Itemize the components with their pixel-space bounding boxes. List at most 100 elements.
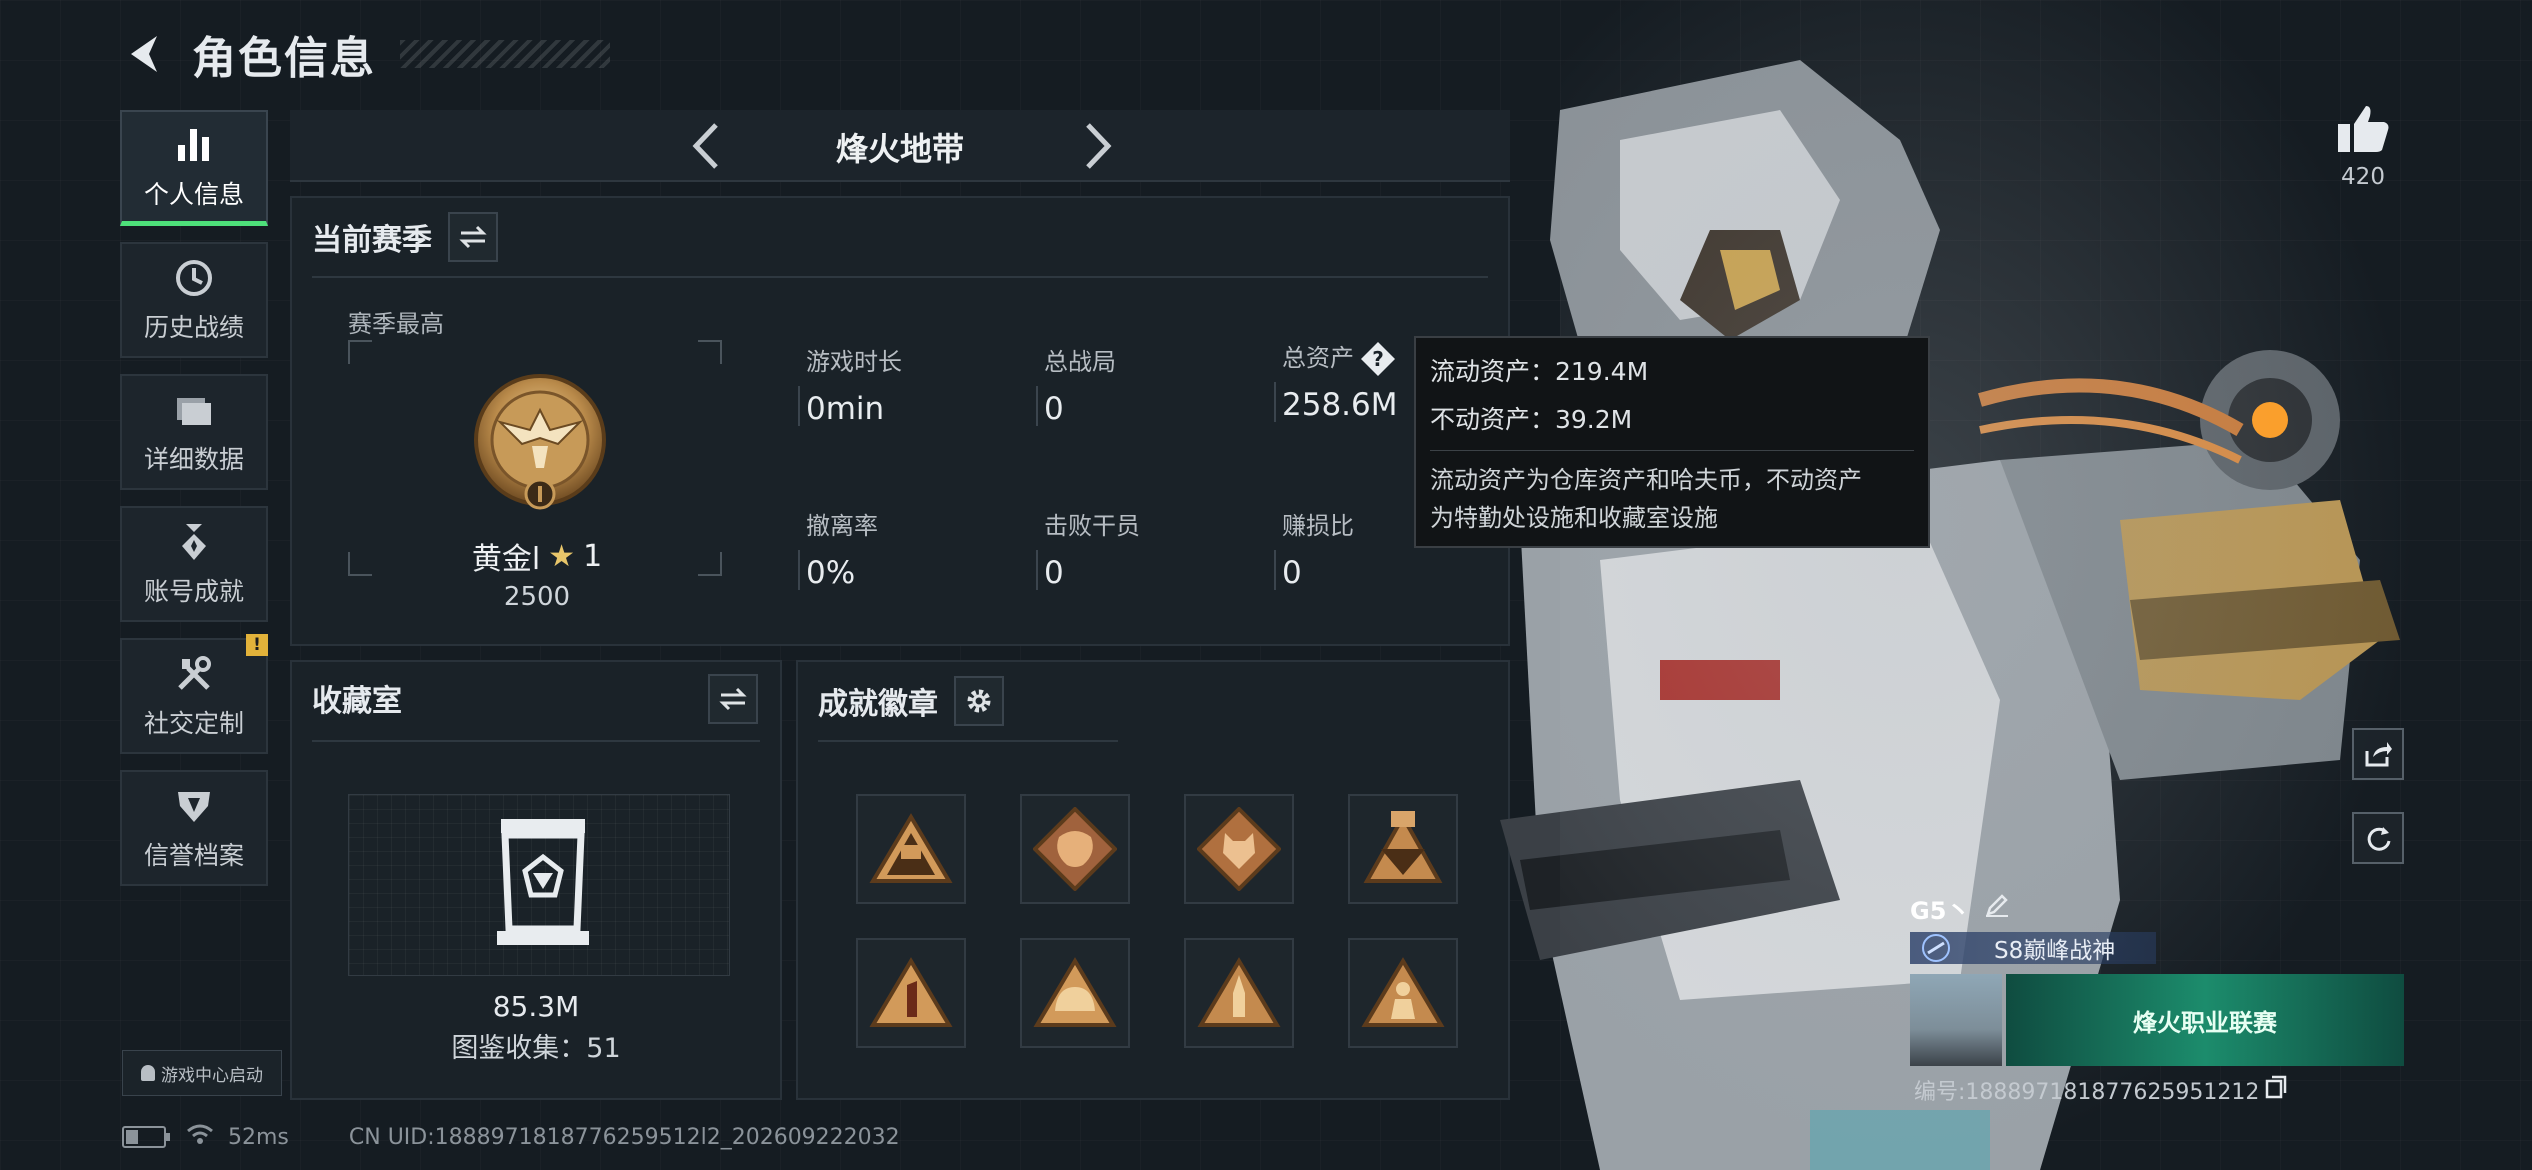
copy-icon[interactable] <box>2265 1075 2287 1105</box>
fixed-assets: 不动资产：39.2M <box>1430 405 1633 434</box>
chevron-right-icon[interactable] <box>1070 118 1126 174</box>
sidebar-item-label: 账号成就 <box>143 577 244 606</box>
bar-chart-icon <box>172 123 216 167</box>
title-emblem-icon <box>1922 934 1950 962</box>
refresh-icon <box>2367 827 2391 851</box>
folders-icon <box>172 388 216 432</box>
gold-rank-emblem-icon <box>470 368 610 518</box>
svg-text:?: ? <box>1372 347 1384 371</box>
number-one-badge-icon <box>869 957 953 1027</box>
achievement-badge[interactable] <box>856 794 966 904</box>
player-avatar[interactable] <box>1910 974 2002 1066</box>
share-button[interactable] <box>2352 728 2404 780</box>
player-title-box: S8巅峰战神 <box>1910 932 2156 964</box>
banner-text: 烽火职业联赛 <box>2133 1008 2277 1037</box>
divider <box>818 740 1118 742</box>
s8-triangle-badge-icon <box>869 813 953 883</box>
helmet-badge-icon <box>1033 957 1117 1027</box>
alert-badge: ! <box>246 634 268 656</box>
gear-icon <box>967 689 991 713</box>
liquid-assets: 流动资产：219.4M <box>1430 357 1649 386</box>
thumbs-up-icon <box>2338 106 2389 152</box>
like-count: 420 <box>2341 164 2385 190</box>
ping-value: 52ms <box>228 1124 289 1150</box>
collection-title: 收藏室 <box>312 684 402 719</box>
season-title: 当前赛季 <box>312 223 432 258</box>
divider <box>312 740 760 742</box>
sidebar-item-personal-info[interactable]: 个人信息 <box>120 110 268 226</box>
collection-showcase[interactable] <box>348 794 730 976</box>
current-season-panel: 当前赛季 赛季最高 黄金l ★ 1 2500 游戏时长 0min 总战局 0 总… <box>290 196 1510 646</box>
player-name-row: G5丶 <box>1910 888 2010 928</box>
achievement-badge[interactable] <box>1348 794 1458 904</box>
clock-icon <box>172 256 216 300</box>
tools-icon <box>172 652 216 696</box>
achievements-title: 成就徽章 <box>818 687 938 722</box>
achievement-badge[interactable] <box>856 938 966 1048</box>
player-name: G5丶 <box>1910 896 1971 925</box>
achievement-badge[interactable] <box>1348 938 1458 1048</box>
season-best-label: 赛季最高 <box>348 310 444 338</box>
stat-value: 0 <box>1044 555 1064 591</box>
settings-button[interactable] <box>954 676 1004 726</box>
league-banner[interactable]: 烽火职业联赛 <box>2006 974 2404 1066</box>
stat-operators-defeated: 击败干员 0 <box>1036 506 1244 591</box>
collection-count: 图鉴收集：51 <box>451 1033 621 1064</box>
achievement-badge[interactable] <box>1184 938 1294 1048</box>
achievement-badge[interactable] <box>1184 794 1294 904</box>
stat-label: 总战局 <box>1044 348 1116 376</box>
page-title: 角色信息 <box>192 33 376 84</box>
share-icon <box>2365 742 2392 767</box>
stat-extraction-rate: 撤离率 0% <box>798 506 1006 591</box>
edit-pencil-icon[interactable] <box>1984 892 2010 924</box>
sidebar-item-detailed-data[interactable]: 详细数据 <box>120 374 268 490</box>
title-decoration <box>400 40 610 68</box>
refresh-button[interactable] <box>2352 812 2404 864</box>
rocket-badge-icon <box>1197 957 1281 1027</box>
sidebar: 个人信息 历史战绩 详细数据 账号成就 ! 社交定制 信誉档案 <box>120 110 270 902</box>
sidebar-item-label: 社交定制 <box>143 709 244 738</box>
sidebar-item-label: 信誉档案 <box>143 841 244 870</box>
help-icon[interactable]: ? <box>1360 341 1396 377</box>
rank-score: 2500 <box>503 582 571 612</box>
swap-icon <box>719 687 747 711</box>
uid-text: CN UID:1888971818776259512l2_20260922203… <box>348 1124 900 1150</box>
stat-label: 游戏时长 <box>806 348 902 376</box>
sidebar-item-social[interactable]: ! 社交定制 <box>120 634 268 754</box>
sidebar-item-label: 历史战绩 <box>143 313 244 342</box>
switch-season-button[interactable] <box>448 212 498 262</box>
medal-icon <box>172 520 216 564</box>
soldier-badge-icon <box>1361 957 1445 1027</box>
sidebar-item-label: 个人信息 <box>143 179 244 209</box>
switch-collection-button[interactable] <box>708 674 758 724</box>
dragon-badge-icon <box>1033 807 1117 891</box>
sidebar-item-credit[interactable]: 信誉档案 <box>120 770 268 886</box>
sidebar-item-label: 详细数据 <box>143 445 244 474</box>
back-arrow-icon[interactable] <box>120 29 170 79</box>
s8-emblem-badge-icon <box>1363 811 1443 883</box>
stat-label: 总资产 <box>1282 344 1354 372</box>
stat-value: 0min <box>806 391 885 427</box>
stat-value: 0 <box>1044 391 1064 427</box>
stat-label: 撤离率 <box>806 512 878 540</box>
stat-value: 0 <box>1282 555 1302 591</box>
achievement-badge[interactable] <box>1020 794 1130 904</box>
sidebar-item-achievements[interactable]: 账号成就 <box>120 506 268 622</box>
bell-icon <box>141 1065 155 1081</box>
wolf-badge-icon <box>1197 807 1281 891</box>
divider <box>312 276 1488 278</box>
sidebar-item-history[interactable]: 历史战绩 <box>120 242 268 358</box>
tooltip-desc-line1: 流动资产为仓库资产和哈夫币，不动资产 <box>1430 466 1862 494</box>
player-title: S8巅峰战神 <box>1994 938 2116 964</box>
like-button[interactable]: 420 <box>2330 104 2396 190</box>
achievement-badges-panel: 成就徽章 <box>796 660 1510 1100</box>
stat-total-matches: 总战局 0 <box>1036 342 1244 427</box>
collection-room-panel: 收藏室 85.3M 图鉴收集：51 <box>290 660 782 1100</box>
game-center-launch-button[interactable]: 游戏中心启动 <box>122 1050 282 1096</box>
stat-label: 击败干员 <box>1044 512 1140 540</box>
launch-label: 游戏中心启动 <box>161 1065 263 1086</box>
header: 角色信息 <box>120 22 610 86</box>
achievement-badge[interactable] <box>1020 938 1130 1048</box>
rank-name-row: 黄金l ★ 1 <box>292 534 782 578</box>
stat-value: 0% <box>806 555 856 591</box>
